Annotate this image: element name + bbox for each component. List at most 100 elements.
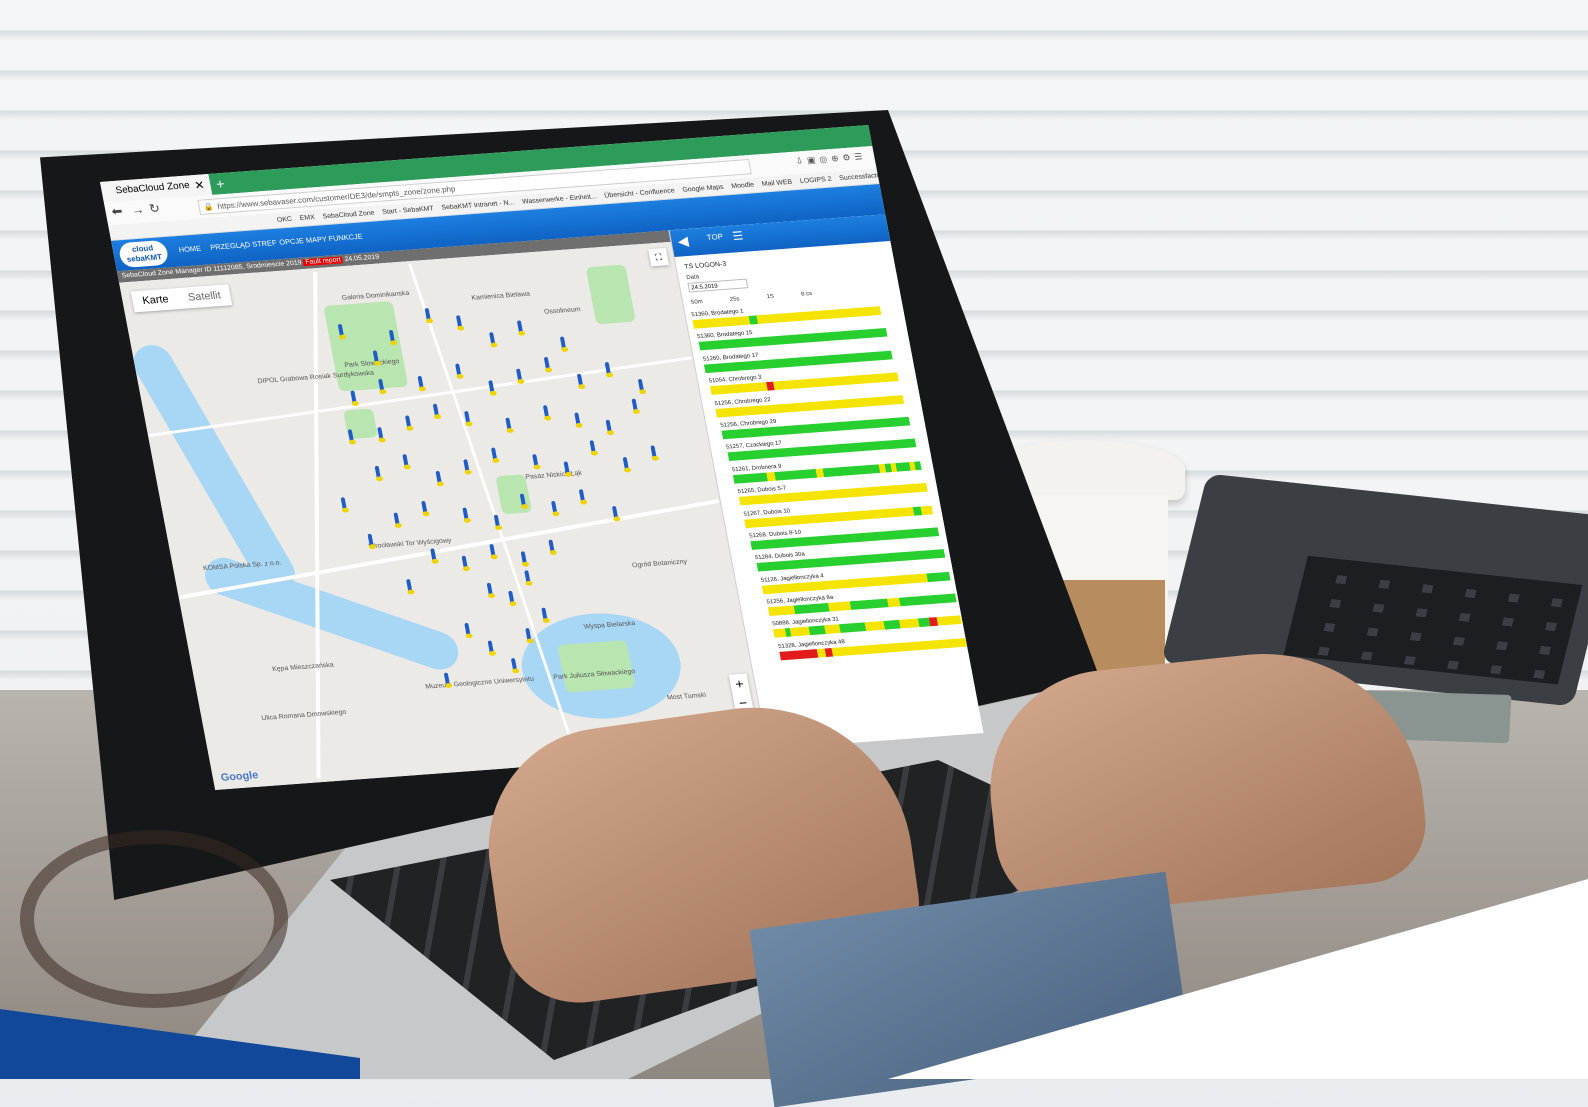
- map-tab-satellite[interactable]: Satellit: [176, 284, 232, 309]
- logger-pin-icon[interactable]: [504, 417, 515, 434]
- logger-pin-icon[interactable]: [493, 514, 503, 531]
- map-view[interactable]: Karte Satellit Galeria Dominikanska Park …: [119, 241, 767, 790]
- bookmark-item[interactable]: LOGIPS 2: [799, 176, 832, 185]
- logger-pin-icon[interactable]: [487, 380, 498, 396]
- logger-pin-icon[interactable]: [349, 390, 360, 407]
- zoom-in-button[interactable]: +: [729, 674, 750, 694]
- bookmark-item[interactable]: Successfactors Anmel...: [839, 170, 880, 182]
- bookmark-item[interactable]: Wasserwerke - Einheit...: [522, 193, 598, 205]
- bookmark-item[interactable]: Moodle: [731, 182, 755, 190]
- list-icon[interactable]: ☰: [731, 229, 744, 243]
- legend-item[interactable]: 50m: [691, 299, 704, 306]
- logger-pin-icon[interactable]: [507, 590, 517, 607]
- logger-pin-icon[interactable]: [542, 405, 552, 421]
- logger-pin-icon[interactable]: [405, 579, 415, 595]
- logger-pin-icon[interactable]: [547, 539, 558, 556]
- zone-info-date: 24.05.2019: [344, 253, 380, 264]
- logger-pin-icon[interactable]: [486, 582, 496, 599]
- logger-pin-icon[interactable]: [588, 440, 599, 456]
- forward-icon[interactable]: →: [130, 202, 146, 217]
- map-label: Ogród Botaniczny: [631, 558, 688, 570]
- logger-pin-icon[interactable]: [488, 543, 499, 560]
- logo-brand-text: sebaKMT: [126, 252, 163, 264]
- app-logo[interactable]: cloud sebaKMT: [117, 239, 170, 269]
- logger-pin-icon[interactable]: [366, 533, 377, 550]
- menu-zones-overview[interactable]: PRZEGLĄD STREF: [209, 238, 277, 251]
- logger-pin-icon[interactable]: [578, 489, 588, 505]
- legend-item[interactable]: 1S: [766, 294, 774, 300]
- logger-pin-icon[interactable]: [424, 307, 434, 324]
- logger-pin-icon[interactable]: [523, 570, 534, 586]
- logger-pin-icon[interactable]: [649, 445, 660, 461]
- logger-pin-icon[interactable]: [573, 412, 584, 429]
- logger-pin-icon[interactable]: [540, 607, 551, 624]
- fault-report-link[interactable]: Fault report: [302, 256, 344, 267]
- legend-item[interactable]: 8 cs: [801, 291, 813, 298]
- top-icon[interactable]: TOP: [706, 232, 724, 242]
- logger-pin-icon[interactable]: [392, 512, 403, 529]
- bookmark-item[interactable]: Google Maps: [682, 184, 724, 194]
- logger-pin-icon[interactable]: [404, 415, 414, 431]
- bookmark-item[interactable]: SebaKMT Intranet - N...: [441, 200, 515, 212]
- logger-pin-icon[interactable]: [461, 555, 471, 572]
- bookmark-item[interactable]: Mail WEB: [761, 179, 793, 188]
- logger-pin-icon[interactable]: [420, 500, 430, 517]
- map-tab-map[interactable]: Karte: [131, 288, 181, 312]
- logger-pin-icon[interactable]: [637, 378, 647, 395]
- legend-item[interactable]: 25s: [729, 296, 740, 302]
- map-label: Ulica Romana Dmowskiego: [260, 709, 347, 722]
- logger-pin-icon[interactable]: [401, 454, 412, 470]
- logger-pin-icon[interactable]: [454, 363, 464, 380]
- browser-toolbar-icons[interactable]: ⇩▣◎⊕⚙☰: [795, 151, 867, 167]
- date-input[interactable]: 24.5.2019: [687, 278, 749, 293]
- logger-pin-icon[interactable]: [434, 470, 445, 487]
- new-tab-icon[interactable]: +: [214, 173, 226, 194]
- menu-home[interactable]: HOME: [178, 244, 202, 254]
- reload-icon[interactable]: ↻: [148, 201, 162, 217]
- close-icon[interactable]: ✕: [193, 174, 207, 196]
- logger-pin-icon[interactable]: [488, 332, 498, 348]
- logger-pin-icon[interactable]: [631, 398, 641, 415]
- logger-pin-icon[interactable]: [374, 465, 384, 482]
- logger-pin-icon[interactable]: [559, 336, 569, 353]
- menu-map-options[interactable]: OPCJE MAPY: [278, 235, 327, 247]
- logger-pin-icon[interactable]: [531, 454, 541, 470]
- map-label: Pasaz Niskich Łąk: [524, 470, 583, 481]
- bookmark-item[interactable]: SebaCloud Zone: [322, 210, 375, 220]
- bookmark-item[interactable]: Start - SebaKMT: [382, 205, 435, 215]
- bookmark-item[interactable]: Übersicht - Confluence: [604, 188, 675, 200]
- logger-pin-icon[interactable]: [520, 551, 530, 567]
- fullscreen-icon[interactable]: ⛶: [648, 247, 670, 267]
- logger-pin-icon[interactable]: [510, 657, 520, 674]
- logger-pin-icon[interactable]: [516, 320, 526, 336]
- tab-title: SebaCloud Zone: [114, 180, 191, 197]
- logger-pin-icon[interactable]: [576, 373, 586, 390]
- logger-pin-icon[interactable]: [550, 500, 560, 517]
- logger-pin-icon[interactable]: [487, 640, 497, 656]
- logger-pin-icon[interactable]: [432, 403, 442, 420]
- menu-functions[interactable]: FUNKCJE: [328, 232, 364, 243]
- logger-pin-icon[interactable]: [524, 628, 534, 644]
- status-segment: [790, 626, 811, 637]
- bookmark-item[interactable]: OKC: [276, 216, 292, 224]
- logger-pin-icon[interactable]: [340, 497, 350, 513]
- logger-pin-icon[interactable]: [543, 356, 553, 373]
- road: [148, 356, 693, 438]
- map-label: Muzeum Geologiczne Uniwersytetu: [424, 675, 535, 691]
- logger-pin-icon[interactable]: [463, 622, 474, 639]
- logger-pin-icon[interactable]: [376, 427, 387, 443]
- logger-pin-icon[interactable]: [462, 459, 473, 475]
- logger-pin-icon[interactable]: [416, 375, 427, 392]
- logger-pin-icon[interactable]: [461, 507, 472, 523]
- bookmark-item[interactable]: EMX: [299, 214, 315, 222]
- logger-pin-icon[interactable]: [622, 457, 632, 473]
- collapse-panel-icon[interactable]: ◀: [676, 233, 690, 250]
- logger-pin-icon[interactable]: [605, 419, 615, 436]
- logger-pin-icon[interactable]: [490, 447, 500, 464]
- back-icon[interactable]: ⬅: [110, 204, 124, 220]
- logger-pin-icon[interactable]: [455, 315, 465, 331]
- status-segment: [793, 603, 830, 615]
- map-label: Ossolineum: [543, 306, 582, 316]
- status-segment: [824, 624, 841, 635]
- park-area: [585, 264, 636, 325]
